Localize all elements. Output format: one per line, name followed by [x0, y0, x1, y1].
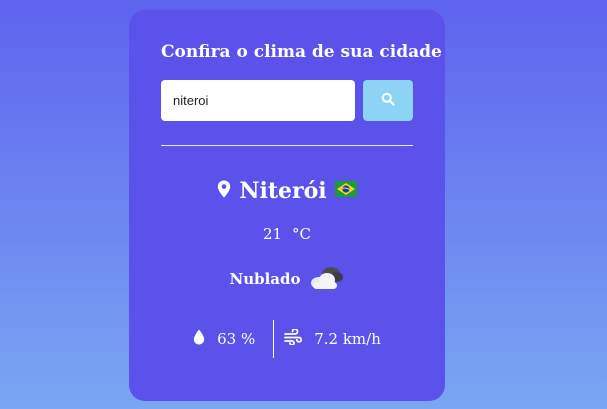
form-title: Confira o clima de sua cidade — [161, 42, 442, 62]
wind-icon — [284, 328, 303, 349]
divider — [161, 145, 413, 146]
search-icon — [381, 92, 395, 109]
humidity: 63 % — [193, 329, 255, 349]
temperature-row: 21 °C — [129, 225, 445, 243]
description-row: Nublado — [129, 263, 445, 295]
search-button[interactable] — [363, 80, 413, 121]
temperature-value: 21 — [262, 225, 283, 243]
wind-value: 7.2 km/h — [314, 330, 381, 348]
brazil-flag-icon — [334, 181, 357, 201]
location-pin-icon — [217, 180, 231, 202]
city-name: Niterói — [239, 178, 327, 204]
city-search-input[interactable] — [161, 80, 355, 121]
humidity-drop-icon — [193, 329, 205, 349]
details-row: 63 % 7.2 km/h — [129, 320, 445, 358]
humidity-value: 63 % — [217, 330, 256, 348]
temperature-unit: °C — [292, 225, 312, 243]
wind: 7.2 km/h — [284, 328, 381, 349]
details-separator — [273, 320, 275, 358]
weather-card: Confira o clima de sua cidade Niterói — [129, 10, 445, 401]
cloudy-icon — [307, 263, 345, 295]
weather-description: Nublado — [229, 270, 301, 288]
city-row: Niterói — [129, 178, 445, 204]
